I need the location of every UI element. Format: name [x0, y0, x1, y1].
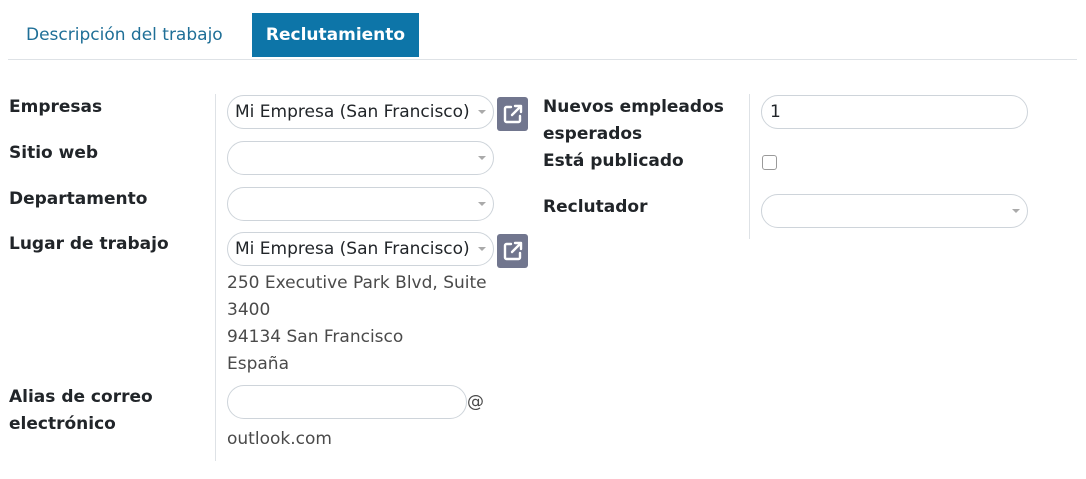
column-divider-right — [749, 94, 750, 239]
email-alias-label-line2: electrónico — [9, 414, 116, 434]
workplace-external-link-button[interactable] — [497, 234, 528, 268]
address-line: 250 Executive Park Blvd, Suite — [227, 273, 487, 293]
companies-label: Empresas — [9, 97, 103, 117]
email-alias-label: Alias de correo electrónico — [9, 384, 153, 438]
address-line: España — [227, 354, 289, 374]
workplace-select[interactable]: Mi Empresa (San Francisco) — [227, 232, 494, 266]
tab-recruitment[interactable]: Reclutamiento — [252, 13, 419, 57]
address-line: 3400 — [227, 300, 271, 320]
caret-down-icon — [478, 156, 486, 160]
caret-down-icon — [1012, 209, 1020, 213]
website-label: Sitio web — [9, 143, 99, 163]
recruiter-label: Reclutador — [543, 197, 648, 217]
is-published-label: Está publicado — [543, 151, 684, 171]
workplace-value: Mi Empresa (San Francisco) — [235, 239, 470, 259]
expected-new-employees-label-line1: Nuevos empleados — [543, 97, 724, 117]
department-select[interactable] — [227, 187, 494, 221]
is-published-checkbox[interactable] — [762, 155, 777, 170]
companies-select[interactable]: Mi Empresa (San Francisco) — [227, 95, 494, 129]
expected-new-employees-input[interactable]: 1 — [761, 95, 1028, 129]
workplace-label: Lugar de trabajo — [9, 234, 169, 254]
expected-new-employees-label-line2: esperados — [543, 124, 643, 144]
tab-job-description[interactable]: Descripción del trabajo — [8, 13, 241, 57]
email-alias-input[interactable] — [227, 385, 467, 419]
email-alias-domain: outlook.com — [227, 429, 332, 449]
email-alias-label-line1: Alias de correo — [9, 387, 153, 407]
companies-external-link-button[interactable] — [497, 97, 528, 131]
address-line: 94134 San Francisco — [227, 327, 404, 347]
email-at-sign: @ — [467, 392, 484, 412]
department-label: Departamento — [9, 189, 148, 209]
caret-down-icon — [478, 110, 486, 114]
workplace-address: 250 Executive Park Blvd, Suite 3400 9413… — [227, 270, 487, 378]
caret-down-icon — [478, 247, 486, 251]
notebook-tabs: Descripción del trabajo Reclutamiento — [8, 13, 1077, 60]
external-link-icon — [503, 241, 523, 261]
companies-value: Mi Empresa (San Francisco) — [235, 102, 470, 122]
recruiter-select[interactable] — [761, 194, 1028, 228]
external-link-icon — [503, 104, 523, 124]
website-select[interactable] — [227, 141, 494, 175]
caret-down-icon — [478, 202, 486, 206]
expected-new-employees-value: 1 — [770, 102, 781, 122]
expected-new-employees-label: Nuevos empleados esperados — [543, 94, 724, 148]
column-divider-left — [215, 94, 216, 461]
